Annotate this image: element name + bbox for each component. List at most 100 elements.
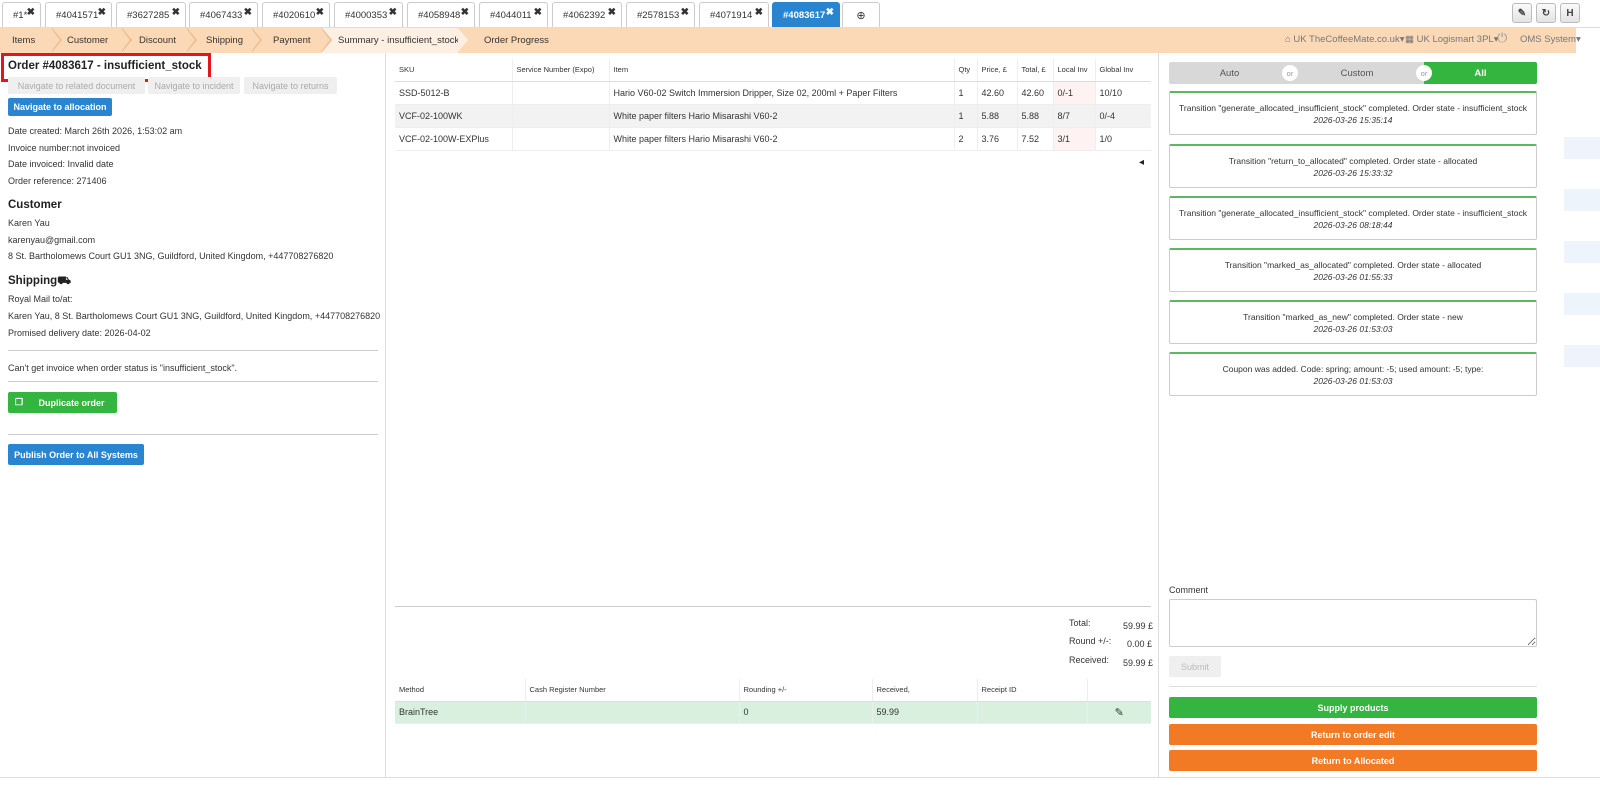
- tab-4058948[interactable]: #4058948 ✖: [407, 2, 475, 27]
- plus-circle-icon: ⊕: [856, 9, 866, 22]
- power-icon[interactable]: ⏻: [1497, 30, 1507, 46]
- col-item[interactable]: Item: [608, 59, 954, 82]
- publish-order-button[interactable]: Publish Order to All Systems: [8, 444, 144, 465]
- refresh-button[interactable]: ↻: [1536, 3, 1556, 23]
- close-icon[interactable]: ✖: [172, 7, 180, 18]
- filter-custom[interactable]: Custom: [1298, 62, 1416, 84]
- cell-sku: SSD-5012-B: [395, 81, 512, 105]
- col-cash-register[interactable]: Cash Register Number: [524, 679, 739, 702]
- history-timestamp: 2026-03-26 15:33:32: [1313, 168, 1393, 178]
- close-icon[interactable]: ✖: [826, 7, 834, 18]
- submit-comment-button[interactable]: Submit: [1169, 656, 1221, 677]
- tab-4041571[interactable]: #4041571 ✖: [45, 2, 112, 27]
- col-local-inv[interactable]: Local Inv: [1052, 59, 1095, 82]
- history-timestamp: 2026-03-26 01:55:33: [1313, 272, 1393, 282]
- wrench-button[interactable]: ✎: [1512, 3, 1532, 23]
- tab-4000353[interactable]: #4000353 ✖: [334, 2, 403, 27]
- cell-rounding: 0: [738, 701, 872, 724]
- close-icon[interactable]: ✖: [534, 7, 542, 18]
- system-selector[interactable]: OMS System▾: [1520, 34, 1581, 45]
- col-method[interactable]: Method: [395, 679, 525, 702]
- col-receipt-id[interactable]: Receipt ID: [976, 679, 1087, 702]
- navigate-allocation-button[interactable]: Navigate to allocation: [8, 98, 112, 116]
- close-icon[interactable]: ✖: [681, 7, 689, 18]
- or-separator: or: [1282, 65, 1298, 81]
- col-total[interactable]: Total, £: [1016, 59, 1053, 82]
- step-shipping[interactable]: Shipping: [206, 28, 243, 53]
- history-timestamp: 2026-03-26 15:35:14: [1313, 115, 1393, 125]
- close-icon[interactable]: ✖: [27, 7, 35, 18]
- order-reference: Order reference: 271406: [8, 176, 107, 186]
- add-tab-button[interactable]: ⊕: [842, 2, 880, 27]
- store-selector[interactable]: ⌂ UK TheCoffeeMate.co.uk▾: [1285, 34, 1405, 45]
- close-icon[interactable]: ✖: [98, 7, 106, 18]
- date-invoiced: Date invoiced: Invalid date: [8, 159, 114, 169]
- order-items-panel: SKU Service Number (Expo) Item Qty Price…: [387, 53, 1159, 777]
- step-items[interactable]: Items: [12, 28, 35, 53]
- filter-auto[interactable]: Auto: [1169, 62, 1290, 84]
- cell-received: 59.99: [871, 701, 977, 724]
- cell-qty: 1: [953, 104, 977, 128]
- caret-down-icon: ▾: [1399, 34, 1405, 45]
- tab-2578153[interactable]: #2578153 ✖: [626, 2, 695, 27]
- warehouse-icon: ▦: [1405, 34, 1417, 45]
- col-price[interactable]: Price, £: [976, 59, 1017, 82]
- collapse-icon[interactable]: ◂: [1139, 157, 1144, 168]
- close-icon[interactable]: ✖: [316, 7, 324, 18]
- tab-4071914[interactable]: #4071914 ✖: [699, 2, 769, 27]
- supply-products-button[interactable]: Supply products: [1169, 697, 1537, 718]
- cell-register: [524, 701, 739, 724]
- shipping-address: Karen Yau, 8 St. Bartholomews Court GU1 …: [8, 311, 381, 321]
- history-button[interactable]: H: [1560, 3, 1580, 23]
- tab-1[interactable]: #1* ✖: [2, 2, 41, 27]
- step-summary[interactable]: Summary - insufficient_stock: [338, 28, 459, 53]
- col-qty[interactable]: Qty: [953, 59, 977, 82]
- tab-label: #2578153: [637, 9, 680, 21]
- filter-all[interactable]: All: [1424, 62, 1537, 84]
- tab-label: #4020610: [273, 9, 316, 21]
- return-to-allocated-button[interactable]: Return to Allocated: [1169, 750, 1537, 771]
- cell-sku: VCF-02-100W-EXPlus: [395, 127, 512, 151]
- refresh-icon: ↻: [1541, 7, 1551, 19]
- navigate-incident-button[interactable]: Navigate to incident: [148, 77, 240, 94]
- close-icon[interactable]: ✖: [608, 7, 616, 18]
- or-separator: or: [1416, 65, 1432, 81]
- close-icon[interactable]: ✖: [389, 7, 397, 18]
- step-discount[interactable]: Discount: [139, 28, 176, 53]
- close-icon[interactable]: ✖: [461, 7, 469, 18]
- table-row[interactable]: VCF-02-100W-EXPlus White paper filters H…: [395, 127, 1151, 151]
- col-sku[interactable]: SKU: [395, 59, 512, 82]
- step-customer[interactable]: Customer: [67, 28, 108, 53]
- table-row[interactable]: SSD-5012-B Hario V60-02 Switch Immersion…: [395, 81, 1151, 105]
- table-row[interactable]: BrainTree 0 59.99 ✎: [395, 701, 1151, 724]
- step-order-progress[interactable]: Order Progress: [484, 28, 549, 53]
- col-received[interactable]: Received,: [871, 679, 977, 702]
- col-service-number[interactable]: Service Number (Expo): [511, 59, 609, 82]
- tab-4083617[interactable]: #4083617 ✖: [772, 2, 840, 27]
- history-timestamp: 2026-03-26 01:53:03: [1313, 324, 1393, 334]
- duplicate-order-button[interactable]: ❐ Duplicate order: [8, 392, 117, 413]
- tab-label: #4083617: [783, 9, 826, 21]
- round-value: 0.00 £: [1127, 639, 1153, 649]
- close-icon[interactable]: ✖: [755, 7, 763, 18]
- tab-label: #1*: [13, 9, 28, 21]
- tab-4062392[interactable]: #4062392 ✖: [552, 2, 622, 27]
- cell-local-inv: 3/1: [1052, 127, 1095, 151]
- tab-4067433[interactable]: #4067433 ✖: [189, 2, 258, 27]
- tab-3627285[interactable]: #3627285 ✖: [116, 2, 186, 27]
- history-message: Transition "generate_allocated_insuffici…: [1179, 103, 1527, 113]
- col-global-inv[interactable]: Global Inv: [1094, 59, 1151, 82]
- return-to-order-edit-button[interactable]: Return to order edit: [1169, 724, 1537, 745]
- tab-4020610[interactable]: #4020610 ✖: [262, 2, 330, 27]
- tab-4044011[interactable]: #4044011 ✖: [479, 2, 548, 27]
- table-row[interactable]: VCF-02-100WK White paper filters Hario M…: [395, 104, 1151, 128]
- pencil-icon[interactable]: ✎: [1086, 701, 1151, 724]
- received-value: 59.99 £: [1123, 658, 1154, 668]
- warehouse-selector[interactable]: ▦ UK Logismart 3PL▾: [1405, 34, 1499, 45]
- navigate-returns-button[interactable]: Navigate to returns: [244, 77, 337, 94]
- close-icon[interactable]: ✖: [244, 7, 252, 18]
- navigate-related-button[interactable]: Navigate to related document: [8, 77, 145, 94]
- comment-input[interactable]: [1169, 599, 1537, 647]
- col-rounding[interactable]: Rounding +/-: [738, 679, 872, 702]
- step-payment[interactable]: Payment: [273, 28, 311, 53]
